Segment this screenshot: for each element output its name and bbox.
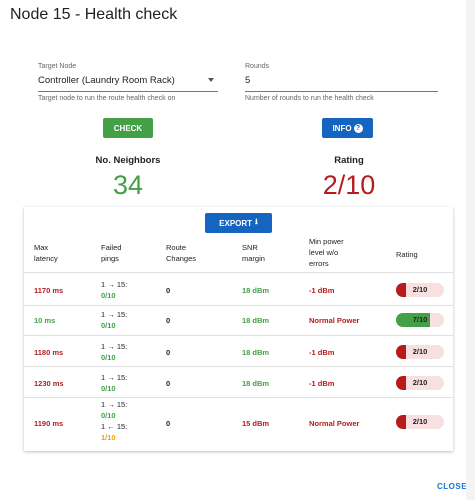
dialog-title: Node 15 - Health check — [10, 6, 178, 23]
cell-ping-route: 1 → 15: — [101, 342, 128, 351]
check-button[interactable]: CHECK — [103, 118, 153, 138]
header-snr-line: SNR — [242, 243, 258, 252]
cell-ping-count: 0/10 — [101, 321, 116, 330]
info-button-label: INFO — [332, 123, 352, 133]
row-divider — [24, 366, 453, 367]
rating-bar: 2/10 — [396, 345, 444, 359]
neighbors-value: 34 — [112, 170, 144, 200]
cell-power: Normal Power — [309, 419, 360, 428]
export-button[interactable]: EXPORT ⭳ — [205, 213, 272, 233]
cell-snr: 18 dBm — [242, 379, 270, 388]
header-power-line: level w/o — [309, 248, 339, 257]
rating-bar: 2/10 — [396, 415, 444, 429]
cell-snr: 18 dBm — [242, 348, 270, 357]
header-snr-line: margin — [242, 254, 265, 263]
target-node-help: Target node to run the route health chec… — [38, 95, 176, 102]
rating-bar: 2/10 — [396, 376, 444, 390]
cell-route-changes: 0 — [166, 419, 171, 428]
header-pings-line: Failed — [101, 243, 122, 252]
row-divider — [24, 272, 453, 273]
cell-route-changes: 0 — [166, 379, 171, 388]
neighbors-label: No. Neighbors — [95, 155, 161, 166]
cell-route-changes: 0 — [166, 286, 171, 295]
download-icon: ⭳ — [255, 217, 258, 226]
header-power: Min power level w/o errors — [309, 236, 344, 269]
header-latency: Max latency — [34, 242, 58, 264]
cell-power: -1 dBm — [309, 348, 335, 357]
cell-ping-route: 1 → 15: — [101, 280, 128, 289]
health-results-table: EXPORT ⭳ Max latency Failed pings Route … — [24, 207, 453, 451]
cell-latency: 10 ms — [34, 316, 56, 325]
cell-power: -1 dBm — [309, 286, 335, 295]
cell-ping-route: 1 → 15: — [101, 310, 128, 319]
header-latency-line: latency — [34, 254, 58, 263]
cell-power: -1 dBm — [309, 379, 335, 388]
header-power-line: Min power — [309, 237, 344, 246]
cell-power: Normal Power — [309, 316, 360, 325]
cell-route-changes: 0 — [166, 316, 171, 325]
header-latency-line: Max — [34, 243, 49, 252]
rating-bar: 7/10 — [396, 313, 444, 327]
cell-ping-count: 1/10 — [101, 433, 116, 442]
cell-latency: 1230 ms — [34, 379, 64, 388]
header-power-line: errors — [309, 259, 329, 268]
header-route-changes: Route Changes — [166, 242, 196, 264]
check-button-label: CHECK — [113, 123, 143, 133]
target-node-select[interactable]: Target Node Controller (Laundry Room Rac… — [38, 63, 218, 102]
rating-bar-label: 2/10 — [412, 285, 428, 294]
cell-latency: 1170 ms — [34, 286, 64, 295]
close-button[interactable]: CLOSE — [437, 482, 466, 491]
rating-bar-label: 2/10 — [412, 347, 428, 356]
chevron-down-icon[interactable] — [208, 78, 214, 82]
cell-latency: 1180 ms — [34, 348, 64, 357]
rounds-input[interactable]: 5 — [245, 75, 438, 89]
cell-ping-route: 1 ← 15: — [101, 422, 128, 431]
cell-ping-count: 0/10 — [101, 353, 116, 362]
cell-ping-count: 0/10 — [101, 411, 116, 420]
cell-snr: 18 dBm — [242, 286, 270, 295]
rounds-field[interactable]: Rounds 5 Number of rounds to run the hea… — [245, 63, 438, 102]
rating-bar-label: 2/10 — [412, 378, 428, 387]
cell-snr: 18 dBm — [242, 316, 270, 325]
row-divider — [24, 397, 453, 398]
health-check-dialog: Node 15 - Health check Target Node Contr… — [0, 0, 466, 500]
header-route-line: Route — [166, 243, 187, 252]
header-snr: SNR margin — [242, 242, 265, 264]
header-pings: Failed pings — [101, 242, 121, 264]
header-route-line: Changes — [166, 254, 197, 263]
cell-snr: 15 dBm — [242, 419, 270, 428]
cell-ping-count: 0/10 — [101, 291, 116, 300]
cell-route-changes: 0 — [166, 348, 171, 357]
rating-bar-label: 7/10 — [412, 315, 428, 324]
rounds-help: Number of rounds to run the health check — [245, 95, 374, 102]
rounds-underline — [245, 91, 438, 92]
target-node-label: Target Node — [38, 63, 77, 70]
rounds-label: Rounds — [245, 63, 270, 70]
rating-bar-label: 2/10 — [412, 417, 428, 426]
rating-value: 2/10 — [322, 170, 376, 200]
row-divider — [24, 335, 453, 336]
header-pings-line: pings — [101, 254, 119, 263]
cell-latency: 1190 ms — [34, 419, 64, 428]
info-button[interactable]: INFO ? — [322, 118, 373, 138]
row-divider — [24, 305, 453, 306]
rating-bar: 2/10 — [396, 283, 444, 297]
header-rating: Rating — [396, 250, 418, 259]
cell-ping-count: 0/10 — [101, 384, 116, 393]
export-button-label: EXPORT — [219, 218, 253, 228]
rating-label: Rating — [334, 155, 364, 166]
cell-ping-route: 1 → 15: — [101, 400, 128, 409]
target-node-value[interactable]: Controller (Laundry Room Rack) — [38, 75, 218, 89]
help-icon: ? — [353, 123, 363, 133]
target-node-underline — [38, 91, 218, 92]
cell-ping-route: 1 → 15: — [101, 373, 128, 382]
